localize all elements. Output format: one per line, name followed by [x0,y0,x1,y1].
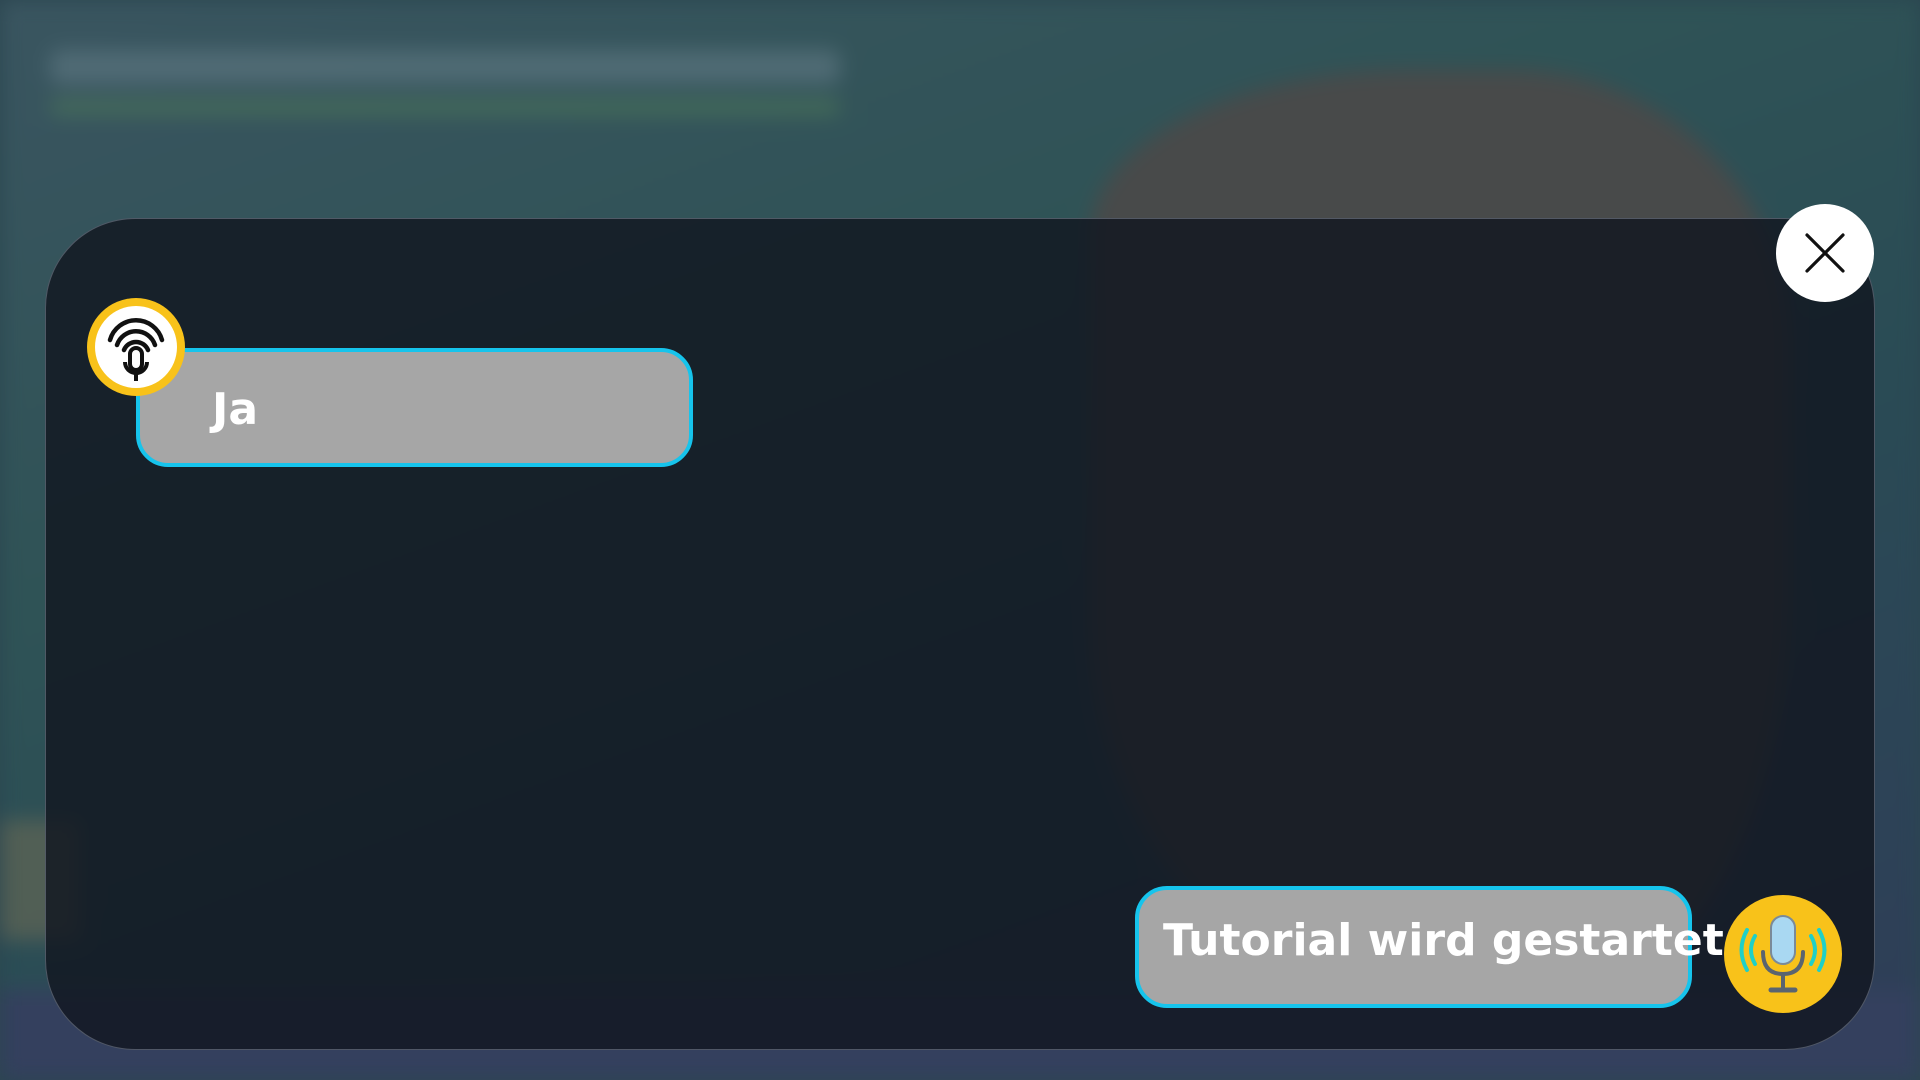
microphone-speaking-icon [1739,915,1827,993]
microphone-broadcast-icon [107,318,165,381]
user-message-bubble: Ja [136,348,693,467]
user-avatar-badge [87,298,185,396]
background-subtitle [50,100,840,114]
assistant-message-text: Tutorial wird gestartet [1163,915,1724,966]
close-button[interactable] [1776,204,1874,302]
background-title [50,50,840,84]
microphone-button[interactable] [1724,895,1842,1013]
close-icon [1805,233,1845,273]
assistant-message-bubble: Tutorial wird gestartet [1135,886,1724,1008]
user-message-text: Ja [212,384,259,435]
